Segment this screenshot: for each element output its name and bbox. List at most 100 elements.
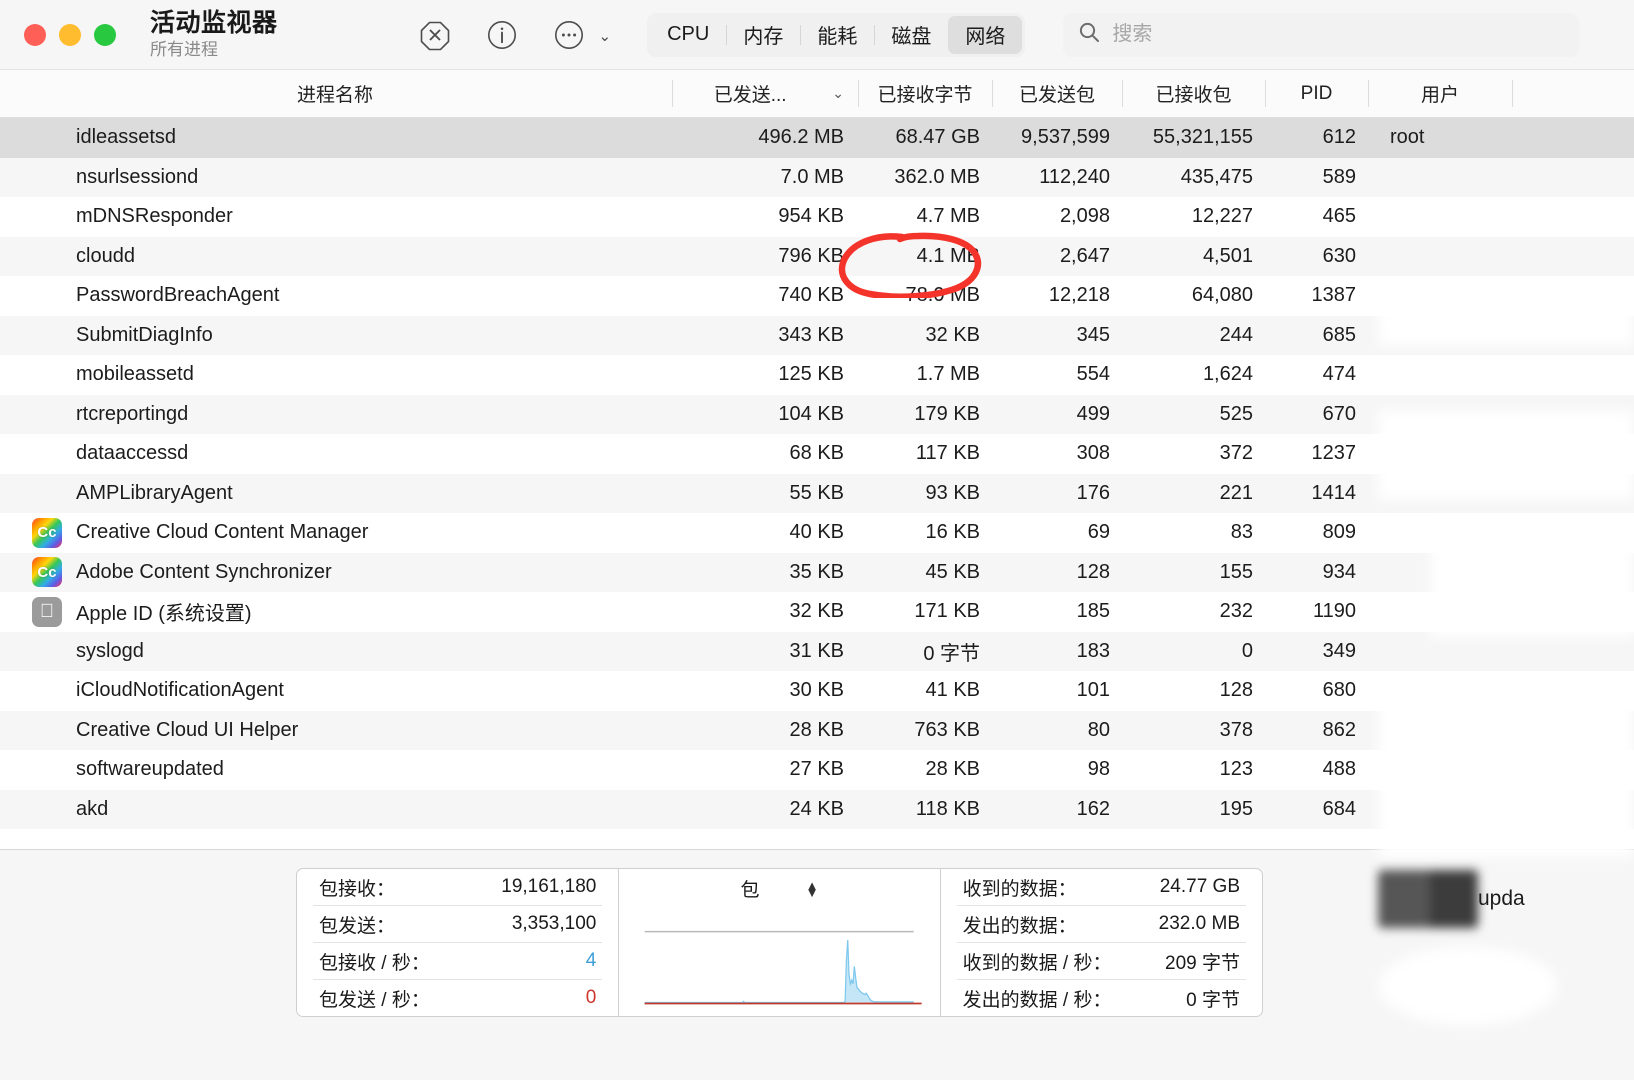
cell-pid: 680 [1322,679,1356,702]
cell-bytes-received: 41 KB [925,679,980,702]
cell-packets-received: 435,475 [1180,165,1253,188]
table-row[interactable]: akd 24 KB 118 KB 162 195 684 [0,789,1634,829]
tab-energy[interactable]: 能耗 [800,16,874,54]
cell-packets-sent: 9,537,599 [1021,126,1110,149]
cell-bytes-received: 118 KB [915,797,980,820]
stop-process-icon[interactable] [418,18,452,52]
cell-process-name: dataaccessd [0,439,672,469]
zoom-button[interactable] [94,23,116,46]
cell-process-name:  Apple ID (系统设置) [0,596,672,627]
data-stat-row: 发出的数据 / 秒： 0 字节 [957,980,1246,1016]
table-row[interactable]: cloudd 796 KB 4.1 MB 2,647 4,501 630 [0,236,1634,276]
cell-packets-received: 221 [1219,481,1253,504]
cell-bytes-received: 16 KB [925,521,980,544]
process-name-label: softwareupdated [76,758,224,781]
cell-bytes-sent: 343 KB [778,323,844,346]
no-app-icon [32,202,62,232]
up-down-stepper-icon[interactable]: ▲ ▼ [806,879,819,899]
cell-packets-received: 378 [1219,718,1253,741]
cell-packets-received: 0 [1241,639,1253,662]
process-table[interactable]: idleassetsd 496.2 MB 68.47 GB 9,537,599 55,3… [0,118,1634,1026]
search-field[interactable] [1063,12,1580,57]
table-row[interactable]: nsurlsessiond 7.0 MB 362.0 MB 112,240 435,47… [0,157,1634,197]
cell-user: root [1390,126,1425,149]
cell-pid: 685 [1322,323,1356,346]
column-header-packets-received[interactable]: 已接收包 [1122,70,1265,117]
app-subtitle: 所有进程 [150,40,218,60]
table-row[interactable]: mDNSResponder 954 KB 4.7 MB 2,098 12,227 465 [0,197,1634,237]
cell-process-name: akd [0,794,672,824]
cell-bytes-sent: 740 KB [778,284,844,307]
cell-bytes-sent: 40 KB [789,521,844,544]
cell-process-name: nsurlsessiond [0,162,672,192]
cell-packets-sent: 499 [1076,402,1110,425]
chevron-down-icon[interactable]: ⌄ [599,27,612,45]
packet-stats-column: 包接收： 19,161,180 包发送： 3,353,100 包接收 / 秒： 4 包发送 … [297,869,618,1016]
cell-bytes-sent: 31 KB [789,639,844,662]
window-title-block: 活动监视器 所有进程 [150,9,278,59]
column-header-pid[interactable]: PID [1265,70,1368,117]
table-row[interactable]: PasswordBreachAgent 740 KB 78.0 MB 12,218 64… [0,276,1634,316]
network-graph-column: 包 ▲ ▼ [618,869,941,1016]
table-row[interactable]: mobileassetd 125 KB 1.7 MB 554 1,624 474 [0,355,1634,395]
table-row[interactable]: iCloudNotificationAgent 30 KB 41 KB 101 128 6… [0,671,1634,711]
tab-cpu[interactable]: CPU [650,16,726,54]
more-options-icon[interactable] [552,18,586,52]
column-header-bytes-received[interactable]: 已接收字节 [858,70,992,117]
close-button[interactable] [24,23,46,46]
cell-bytes-received: 179 KB [914,402,980,425]
table-row[interactable]: Cc Creative Cloud Content Manager 40 KB 16 … [0,513,1634,553]
table-row[interactable]:  Apple ID (系统设置) 32 KB 171 KB 185 232 1190 [0,592,1634,632]
cell-packets-received: 55,321,155 [1152,126,1253,149]
cell-packets-sent: 12,218 [1048,284,1110,307]
minimize-button[interactable] [59,23,81,46]
table-column-header: 进程名称 已发送... ⌄ 已接收字节 已发送包 已接收包 PID 用户 [0,70,1634,118]
stat-label: 包发送 / 秒： [319,989,430,1011]
stat-label: 发出的数据 / 秒： [962,989,1112,1011]
no-app-icon [32,676,62,706]
table-row[interactable]: SubmitDiagInfo 343 KB 32 KB 345 244 685 [0,315,1634,355]
table-row[interactable]: AMPLibraryAgent 55 KB 93 KB 176 221 1414 [0,473,1634,513]
cell-packets-received: 195 [1219,797,1253,820]
table-row[interactable]: softwareupdated 27 KB 28 KB 98 123 488 [0,750,1634,790]
no-app-icon [32,162,62,192]
process-name-label: Apple ID (系统设置) [76,603,252,626]
packets-received-line [644,940,915,1004]
inspect-process-icon[interactable] [485,18,519,52]
cell-process-name: SubmitDiagInfo [0,320,672,350]
column-header-process-name[interactable]: 进程名称 [0,70,672,117]
table-row[interactable]: Creative Cloud UI Helper 28 KB 763 KB 80 378… [0,710,1634,750]
cell-pid: 1190 [1312,600,1356,623]
cell-bytes-sent: 35 KB [789,560,844,583]
cell-pid: 684 [1322,797,1356,820]
no-app-icon [32,715,62,745]
process-name-label: syslogd [76,639,144,662]
cell-bytes-sent: 125 KB [778,363,844,386]
column-header-packets-sent[interactable]: 已发送包 [992,70,1122,117]
tab-memory[interactable]: 内存 [726,16,800,54]
table-row[interactable]: Cc Adobe Content Synchronizer 35 KB 45 KB 12… [0,552,1634,592]
cell-bytes-sent: 28 KB [789,718,844,741]
process-name-label: mobileassetd [76,363,194,386]
cell-pid: 465 [1322,205,1356,228]
no-app-icon [32,281,62,311]
cell-process-name: Cc Creative Cloud Content Manager [0,517,672,548]
column-header-user[interactable]: 用户 [1368,70,1512,117]
search-input[interactable] [1112,23,1566,46]
cell-pid: 474 [1322,363,1356,386]
graph-header: 包 ▲ ▼ [619,869,939,908]
table-row[interactable]: syslogd 31 KB 0 字节 183 0 349 [0,631,1634,671]
table-row[interactable]: idleassetsd 496.2 MB 68.47 GB 9,537,599 55,3… [0,118,1634,158]
cell-bytes-received: 0 字节 [923,642,980,665]
cell-bytes-received: 763 KB [914,718,980,741]
column-header-bytes-sent[interactable]: 已发送... ⌄ [672,70,858,117]
table-row[interactable]: rtcreportingd 104 KB 179 KB 499 525 670 [0,394,1634,434]
packet-stat-row: 包发送 / 秒： 0 [313,980,602,1016]
cell-packets-received: 372 [1219,442,1253,465]
stat-value: 4 [585,950,597,971]
cell-packets-received: 64,080 [1191,284,1253,307]
table-row[interactable]: dataaccessd 68 KB 117 KB 308 372 1237 [0,434,1634,474]
stat-label: 包发送： [319,915,396,937]
tab-network[interactable]: 网络 [948,15,1023,54]
tab-disk[interactable]: 磁盘 [874,16,948,54]
